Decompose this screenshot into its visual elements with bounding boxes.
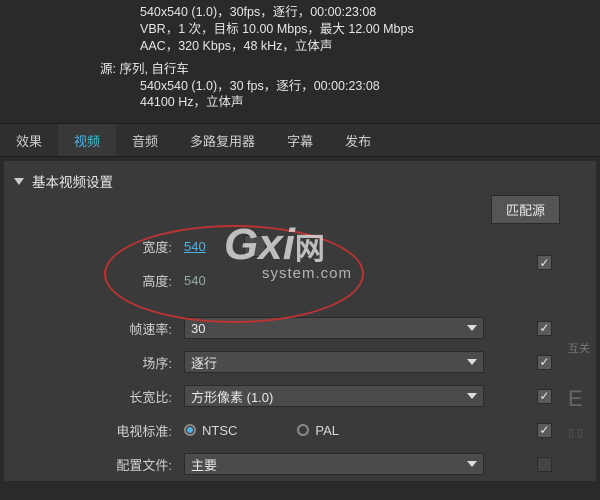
chevron-down-icon [467, 359, 477, 365]
label-fps: 帧速率: [14, 319, 184, 338]
summary-info: 540x540 (1.0)，30fps，逐行，00:00:23:08 VBR，1… [0, 0, 600, 117]
tab-captions[interactable]: 字幕 [271, 124, 329, 156]
profile-select[interactable]: 主要 [184, 453, 484, 475]
label-aspect: 长宽比: [14, 387, 184, 406]
link-dimensions-icon[interactable] [244, 235, 266, 257]
label-height: 高度: [14, 271, 184, 290]
radio-dot-icon [184, 424, 196, 436]
source-block: 源: 序列, 自行车 540x540 (1.0)，30 fps，逐行，00:00… [100, 61, 600, 112]
label-profile: 配置文件: [14, 455, 184, 474]
chevron-down-icon [467, 393, 477, 399]
collapse-triangle-icon[interactable] [14, 178, 24, 185]
summary-line: AAC，320 Kbps，48 kHz，立体声 [140, 38, 600, 55]
row-tvstd: 电视标准: NTSC PAL ✓ [14, 413, 586, 447]
aspect-select[interactable]: 方形像素 (1.0) [184, 385, 484, 407]
row-aspect: 长宽比: 方形像素 (1.0) ✓ [14, 379, 586, 413]
section-title: 基本视频设置 [32, 171, 113, 191]
label-width: 宽度: [14, 237, 184, 256]
fps-select[interactable]: 30 [184, 317, 484, 339]
source-line: 540x540 (1.0)，30 fps，逐行，00:00:23:08 [140, 78, 600, 95]
background-toolbar: 互关 E ▯ ▯ [568, 340, 598, 439]
chevron-down-icon [467, 461, 477, 467]
bg-icon: ▯ ▯ [568, 426, 598, 439]
source-line: 44100 Hz，立体声 [140, 94, 600, 111]
width-input[interactable]: 540 [184, 239, 224, 254]
fps-checkbox[interactable]: ✓ [537, 321, 552, 336]
radio-pal[interactable]: PAL [297, 423, 339, 438]
label-tvstd: 电视标准: [14, 421, 184, 440]
row-order: 场序: 逐行 ✓ [14, 345, 586, 379]
tab-bar: 效果 视频 音频 多路复用器 字幕 发布 [0, 123, 600, 157]
row-profile: 配置文件: 主要 [14, 447, 586, 481]
order-checkbox[interactable]: ✓ [537, 355, 552, 370]
tab-publish[interactable]: 发布 [329, 124, 387, 156]
tab-multiplexer[interactable]: 多路复用器 [174, 124, 271, 156]
label-order: 场序: [14, 353, 184, 372]
chevron-down-icon [467, 325, 477, 331]
width-height-checkbox[interactable]: ✓ [537, 255, 552, 270]
tvstd-checkbox[interactable]: ✓ [537, 423, 552, 438]
radio-dot-icon [297, 424, 309, 436]
field-order-select[interactable]: 逐行 [184, 351, 484, 373]
source-label: 源: [100, 62, 119, 76]
row-width: 宽度: 540 ✓ [14, 229, 586, 263]
video-settings-panel: 基本视频设置 匹配源 Gxi网 system.com 宽度: 540 ✓ 高度:… [4, 161, 596, 481]
summary-line: 540x540 (1.0)，30fps，逐行，00:00:23:08 [140, 4, 600, 21]
row-fps: 帧速率: 30 ✓ [14, 311, 586, 345]
tab-audio[interactable]: 音频 [116, 124, 174, 156]
bg-letter: E [568, 386, 598, 412]
tab-video[interactable]: 视频 [58, 124, 116, 156]
tab-effects[interactable]: 效果 [0, 124, 58, 156]
row-height: 高度: 540 [14, 263, 586, 297]
profile-checkbox[interactable] [537, 457, 552, 472]
bg-button: 互关 [568, 340, 598, 356]
summary-line: VBR，1 次，目标 10.00 Mbps，最大 12.00 Mbps [140, 21, 600, 38]
radio-ntsc[interactable]: NTSC [184, 423, 237, 438]
aspect-checkbox[interactable]: ✓ [537, 389, 552, 404]
height-input[interactable]: 540 [184, 273, 224, 288]
match-source-button[interactable]: 匹配源 [491, 195, 560, 224]
source-name: 序列, 自行车 [119, 62, 188, 76]
